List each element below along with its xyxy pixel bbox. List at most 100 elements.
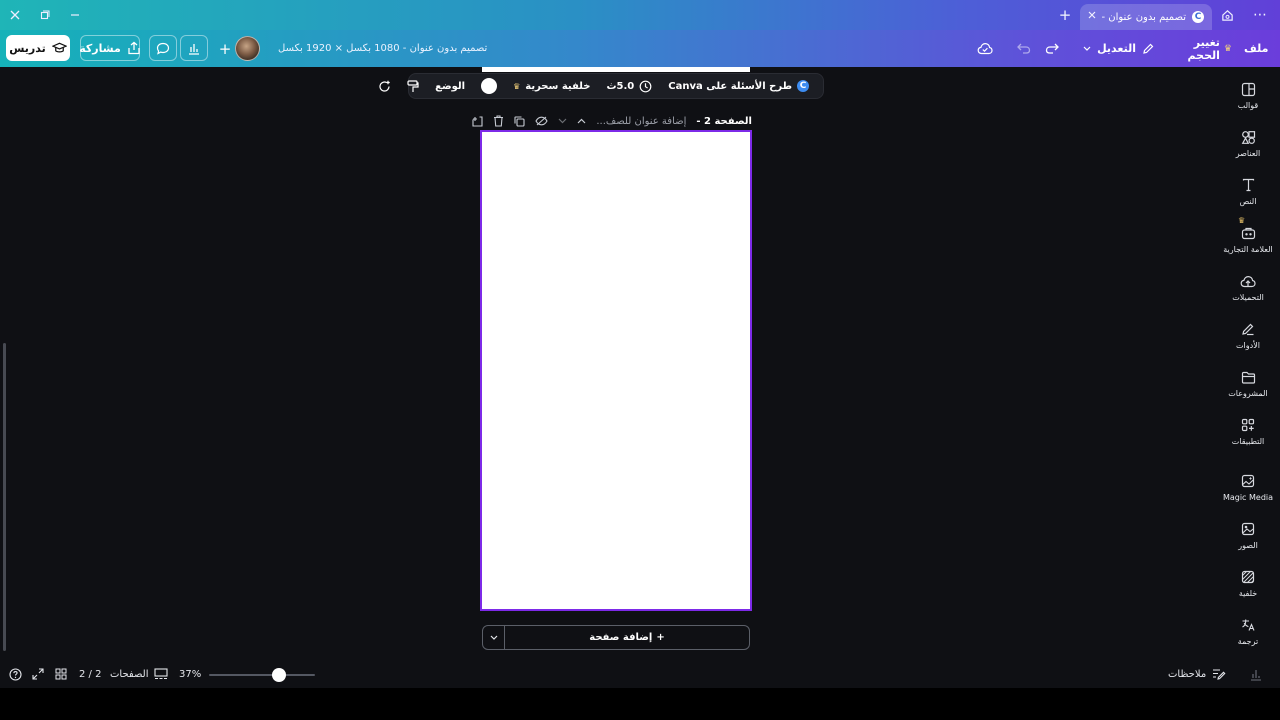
ask-canva-label: طرح الأسئلة على Canva — [668, 80, 792, 92]
chevron-up-icon[interactable] — [577, 114, 586, 128]
duration-button[interactable]: 5.0ث — [598, 73, 660, 99]
duplicate-page-icon[interactable] — [514, 114, 525, 128]
resize-label: تغيير الحجم — [1187, 35, 1220, 62]
bar-chart-icon — [189, 43, 199, 55]
side-item-label: قوالب — [1237, 101, 1259, 110]
crown-icon: ♛ — [1223, 43, 1232, 54]
paint-roller-icon — [407, 79, 419, 93]
add-page-options-button[interactable] — [483, 626, 505, 649]
context-toolbar: C طرح الأسئلة على Canva 5.0ث خلفية سحرية… — [379, 73, 824, 99]
refresh-plus-icon — [378, 80, 391, 93]
share-label: مشاركة — [79, 41, 121, 55]
background-icon — [1240, 569, 1256, 585]
more-actions-button[interactable] — [370, 73, 399, 99]
zoom-level[interactable]: 37% — [179, 660, 201, 688]
share-button[interactable]: مشاركة — [79, 35, 141, 61]
position-label: الوضع — [435, 80, 466, 92]
projects-icon — [1240, 369, 1256, 385]
side-item-tools[interactable]: الأدوات — [1216, 321, 1280, 365]
timer-button[interactable] — [1250, 660, 1264, 688]
notes-button[interactable]: ملاحظات — [1168, 660, 1226, 688]
side-item-elements[interactable]: العناصر — [1216, 129, 1280, 173]
side-item-label: التحميلات — [1232, 293, 1264, 302]
chevron-down-icon — [490, 635, 497, 640]
more-options-button[interactable]: ⋯ — [1250, 0, 1270, 30]
zoom-slider-thumb[interactable] — [271, 668, 286, 682]
teach-label: تدريس — [9, 41, 46, 55]
new-tab-button[interactable]: + — [1056, 0, 1074, 30]
close-window-button[interactable] — [4, 0, 26, 30]
restore-window-button[interactable] — [34, 0, 56, 30]
side-item-label: العلامة التجارية — [1223, 245, 1273, 254]
vertical-scrollbar[interactable] — [3, 343, 6, 651]
hide-page-icon[interactable] — [535, 114, 549, 128]
file-menu[interactable]: ملف — [1244, 30, 1268, 67]
clock-icon — [639, 80, 652, 93]
page-title-input[interactable]: إضافة عنوان للصف... — [596, 116, 686, 127]
chevron-down-icon — [1083, 46, 1091, 52]
save-status-icon[interactable] — [976, 30, 994, 67]
apps-icon — [1240, 417, 1256, 433]
help-button[interactable] — [9, 660, 23, 688]
brand-crown-icon: ♛ — [1238, 216, 1246, 225]
upload-share-icon — [127, 41, 141, 55]
fullscreen-button[interactable] — [32, 660, 46, 688]
title-bar: + C تصميم بدون عنوان - 0... ⋯ — [0, 0, 1280, 30]
side-item-label: التطبيقات — [1231, 437, 1265, 446]
magic-background-button[interactable]: خلفية سحرية ♛ — [505, 73, 598, 99]
add-page-button[interactable]: + إضافة صفحة — [505, 626, 749, 649]
copy-style-button[interactable] — [399, 73, 427, 99]
side-item-background[interactable]: خلفية — [1216, 569, 1280, 613]
design-title[interactable]: تصميم بدون عنوان - 1080 بكسل × 1920 بكسل — [278, 30, 487, 67]
minimize-window-button[interactable] — [64, 0, 86, 30]
page-canvas[interactable] — [480, 130, 752, 611]
ask-canva-button[interactable]: C طرح الأسئلة على Canva — [660, 73, 817, 99]
templates-icon — [1240, 81, 1256, 97]
screen-bottom-edge — [0, 688, 1280, 720]
avatar[interactable] — [235, 36, 260, 61]
notes-icon — [1212, 668, 1226, 680]
canva-logo-icon: C — [1192, 11, 1204, 23]
side-item-label: العناصر — [1235, 149, 1261, 158]
side-item-text[interactable]: النص — [1216, 177, 1280, 221]
undo-button[interactable] — [1016, 30, 1032, 67]
chevron-down-icon[interactable] — [558, 114, 567, 128]
delete-page-icon[interactable] — [493, 114, 504, 128]
side-item-brand[interactable]: العلامة التجارية — [1216, 225, 1280, 269]
side-item-label: الأدوات — [1236, 341, 1260, 350]
add-page-above-icon[interactable] — [472, 114, 483, 128]
insights-button[interactable] — [180, 35, 208, 61]
graduation-cap-icon — [51, 42, 67, 54]
comments-button[interactable] — [149, 35, 177, 61]
side-item-projects[interactable]: المشروعات — [1216, 369, 1280, 413]
add-collaborator-button[interactable]: + — [218, 30, 232, 67]
home-icon[interactable] — [1218, 0, 1236, 30]
help-icon — [9, 667, 22, 681]
resize-button[interactable]: ♛ تغيير الحجم — [1170, 30, 1232, 67]
position-button[interactable]: الوضع — [427, 73, 473, 99]
browser-tab[interactable]: C تصميم بدون عنوان - 0... — [1080, 4, 1212, 30]
grid-view-button[interactable] — [55, 660, 69, 688]
background-color-button[interactable] — [473, 73, 505, 99]
tools-icon — [1240, 321, 1256, 337]
side-item-uploads[interactable]: التحميلات — [1216, 273, 1280, 317]
pages-label: الصفحات — [110, 668, 149, 680]
pages-button[interactable]: الصفحات — [110, 660, 169, 688]
side-item-photos[interactable]: الصور — [1216, 521, 1280, 565]
zoom-slider-track[interactable] — [209, 674, 315, 676]
side-item-templates[interactable]: قوالب — [1216, 81, 1280, 125]
add-page-bar: + إضافة صفحة — [482, 625, 750, 650]
side-item-label: الصور — [1238, 541, 1258, 550]
plus-icon: + — [656, 632, 665, 643]
bottom-bar: 2 / 2 الصفحات 37% ملاحظات — [0, 660, 1280, 688]
side-item-apps[interactable]: التطبيقات — [1216, 417, 1280, 461]
teach-button[interactable]: تدريس — [6, 35, 70, 61]
side-item-label: ترجمة — [1237, 637, 1259, 646]
edit-mode-dropdown[interactable]: التعديل — [1083, 30, 1154, 67]
side-item-magic-media[interactable]: Magic Media — [1216, 473, 1280, 517]
page-header: الصفحة 2 - إضافة عنوان للصف... — [472, 111, 752, 131]
redo-button[interactable] — [1044, 30, 1060, 67]
side-item-label: المشروعات — [1228, 389, 1268, 398]
brand-icon — [1240, 225, 1256, 241]
side-item-translate[interactable]: ترجمة — [1216, 617, 1280, 661]
